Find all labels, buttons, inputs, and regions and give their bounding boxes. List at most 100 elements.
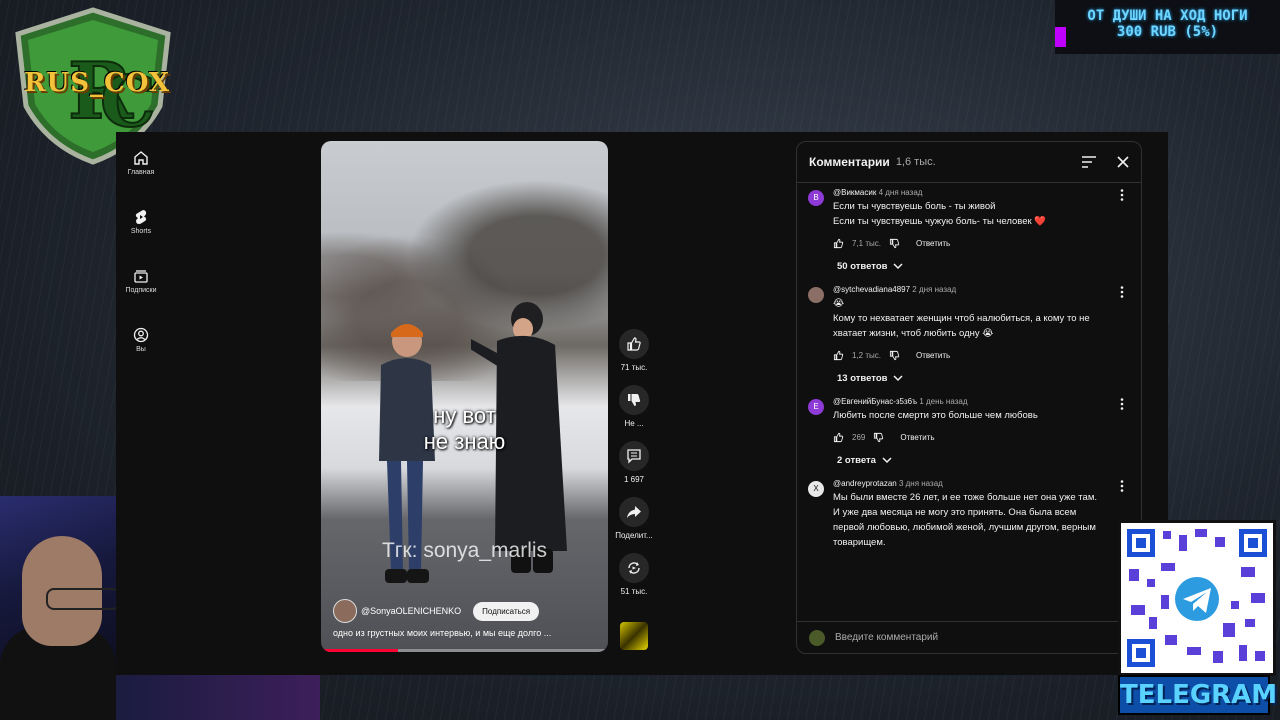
- comment-text: Если ты чувствуешь боль - ты живой Если т…: [833, 199, 1117, 229]
- donation-banner: ОТ ДУШИ НА ХОД НОГИ 300 RUB (5%): [1055, 0, 1280, 54]
- comment-text: Любить после смерти это больше чем любов…: [833, 408, 1117, 423]
- comment-avatar[interactable]: Е: [808, 399, 824, 415]
- shorts-video-player[interactable]: ну вот не знаю Тгк: sonya_marlis @SonyaO…: [321, 141, 608, 652]
- comment-time: 4 дня назад: [878, 188, 923, 197]
- comments-count: 1,6 тыс.: [895, 156, 936, 168]
- comment-item: X @andreyprotazan 3 дня назад Мы были вм…: [797, 479, 1141, 550]
- comment-actions: 269 Ответить: [833, 427, 1117, 447]
- comment-text-line: товарищем.: [833, 537, 886, 548]
- comment-item: @sytchevadiana4897 2 дня назад 😭 Кому то …: [797, 285, 1141, 389]
- comment-like-icon[interactable]: [833, 350, 844, 361]
- comment-like-icon[interactable]: [833, 238, 844, 249]
- close-icon[interactable]: [1117, 156, 1129, 168]
- reply-button[interactable]: Ответить: [900, 433, 934, 442]
- view-replies-button[interactable]: 13 ответов: [797, 367, 1117, 389]
- profile-icon: [133, 327, 149, 343]
- channel-name[interactable]: @SonyaOLENICHENKO: [361, 606, 461, 616]
- comment-text-line: 😭: [833, 298, 845, 309]
- youtube-shorts-window: Главная Shorts Подписки Вы ну вот не зна…: [116, 132, 1168, 675]
- comment-dislike-icon[interactable]: [873, 432, 884, 443]
- comment-like-count: 1,2 тыс.: [852, 350, 881, 360]
- comment-author[interactable]: @sytchevadiana4897: [833, 285, 910, 294]
- comment-avatar[interactable]: X: [808, 481, 824, 497]
- comment-dislike-icon[interactable]: [889, 350, 900, 361]
- view-replies-button[interactable]: 50 ответов: [797, 255, 1117, 277]
- view-replies-button[interactable]: 2 ответа: [797, 449, 1117, 471]
- sidebar-item-label: Вы: [136, 346, 146, 353]
- more-options-icon[interactable]: [1115, 397, 1129, 411]
- subscribe-button[interactable]: Подписаться: [473, 601, 540, 621]
- comment-time: 2 дня назад: [912, 285, 957, 294]
- sidebar-item-you[interactable]: Вы: [116, 327, 166, 380]
- comment-text-line: Мы были вместе 26 лет, и ее тоже больше …: [833, 492, 1098, 503]
- channel-info: @SonyaOLENICHENKO Подписаться: [333, 599, 540, 623]
- comment-text-line: Если ты чувствуешь боль - ты живой: [833, 201, 996, 212]
- comment-like-icon[interactable]: [833, 432, 844, 443]
- home-icon: [134, 151, 148, 165]
- webcam-desk-lights: [116, 675, 320, 720]
- remix-count: 51 тыс.: [620, 587, 648, 596]
- comment-count: 1 697: [623, 475, 645, 484]
- comment-avatar[interactable]: В: [808, 190, 824, 206]
- channel-avatar[interactable]: [333, 599, 357, 623]
- video-description[interactable]: одно из грустных моих интервью, и мы еще…: [333, 628, 551, 638]
- sidebar-item-shorts[interactable]: Shorts: [116, 209, 166, 262]
- replies-count: 50 ответов: [837, 260, 888, 272]
- comment-time: 1 день назад: [919, 397, 968, 406]
- comments-title: Комментарии: [809, 155, 890, 169]
- comment-actions: 1,2 тыс. Ответить: [833, 345, 1117, 365]
- sort-icon[interactable]: [1081, 155, 1097, 169]
- donation-title: ОТ ДУШИ НА ХОД НОГИ: [1087, 8, 1248, 24]
- comment-text-line: хватает жизни, чтоб любить одну 😭: [833, 328, 994, 339]
- donation-progress-bar: [1055, 27, 1066, 47]
- comment-text: 😭 Кому то нехватает женщин чтоб налюбитьс…: [833, 296, 1117, 341]
- caption-line: ну вот: [433, 403, 496, 428]
- comment-input[interactable]: Введите комментарий: [835, 632, 938, 643]
- comment-author[interactable]: @Викмасик: [833, 188, 876, 197]
- comment-avatar[interactable]: [808, 287, 824, 303]
- comment-text-line: Если ты чувствуешь чужую боль- ты челове…: [833, 216, 1047, 227]
- comment-dislike-icon[interactable]: [889, 238, 900, 249]
- chevron-down-icon: [893, 263, 903, 270]
- comment-meta: @ЕвгенийБунас-з5з6ъ 1 день назад: [833, 397, 1117, 406]
- shorts-actions: 71 тыс. Не ... 1 697 Поделит... 51 тыс.: [610, 329, 658, 609]
- donation-amount: 300 RUB (5%): [1116, 24, 1219, 40]
- video-caption: ну вот не знаю: [321, 403, 608, 455]
- more-options-icon[interactable]: [1115, 285, 1129, 299]
- comment-text: Мы были вместе 26 лет, и ее тоже больше …: [833, 490, 1117, 550]
- comment-list: В @Викмасик 4 дня назад Если ты чувствуе…: [797, 188, 1141, 616]
- replies-count: 2 ответа: [837, 454, 876, 466]
- remix-button[interactable]: 51 тыс.: [610, 553, 658, 609]
- sidebar-item-home[interactable]: Главная: [116, 150, 166, 203]
- comment-author[interactable]: @ЕвгенийБунас-з5з6ъ: [833, 397, 917, 406]
- telegram-label: TELEGRAM: [1118, 675, 1277, 715]
- comments-button[interactable]: 1 697: [610, 441, 658, 497]
- sidebar-item-subscriptions[interactable]: Подписки: [116, 268, 166, 321]
- reply-button[interactable]: Ответить: [916, 239, 950, 248]
- comment-text-line: Любить после смерти это больше чем любов…: [833, 410, 1038, 421]
- chevron-down-icon: [882, 457, 892, 464]
- reply-button[interactable]: Ответить: [916, 351, 950, 360]
- comment-item: Е @ЕвгенийБунас-з5з6ъ 1 день назад Любит…: [797, 397, 1141, 471]
- caption-line: не знаю: [423, 429, 506, 454]
- comment-like-count: 7,1 тыс.: [852, 238, 881, 248]
- more-options-icon[interactable]: [1115, 188, 1129, 202]
- replies-count: 13 ответов: [837, 372, 888, 384]
- dislike-button[interactable]: Не ...: [610, 385, 658, 441]
- sidebar-item-label: Главная: [127, 169, 155, 176]
- comment-actions: 7,1 тыс. Ответить: [833, 233, 1117, 253]
- video-progress-bar[interactable]: [321, 649, 608, 652]
- comments-header: Комментарии 1,6 тыс.: [797, 142, 1141, 183]
- sidebar-item-label: Shorts: [130, 228, 152, 235]
- like-button[interactable]: 71 тыс.: [610, 329, 658, 385]
- share-button[interactable]: Поделит...: [610, 497, 658, 553]
- comment-input-bar[interactable]: Введите комментарий: [797, 621, 1141, 653]
- more-options-icon[interactable]: [1115, 479, 1129, 493]
- sound-thumbnail[interactable]: [620, 622, 648, 650]
- comment-meta: @Викмасик 4 дня назад: [833, 188, 1117, 197]
- comment-author[interactable]: @andreyprotazan: [833, 479, 897, 488]
- comment-like-count: 269: [852, 432, 866, 442]
- sidebar-item-label: Подписки: [125, 287, 157, 294]
- video-watermark: Тгк: sonya_marlis: [381, 539, 548, 562]
- share-label: Поделит...: [615, 531, 653, 540]
